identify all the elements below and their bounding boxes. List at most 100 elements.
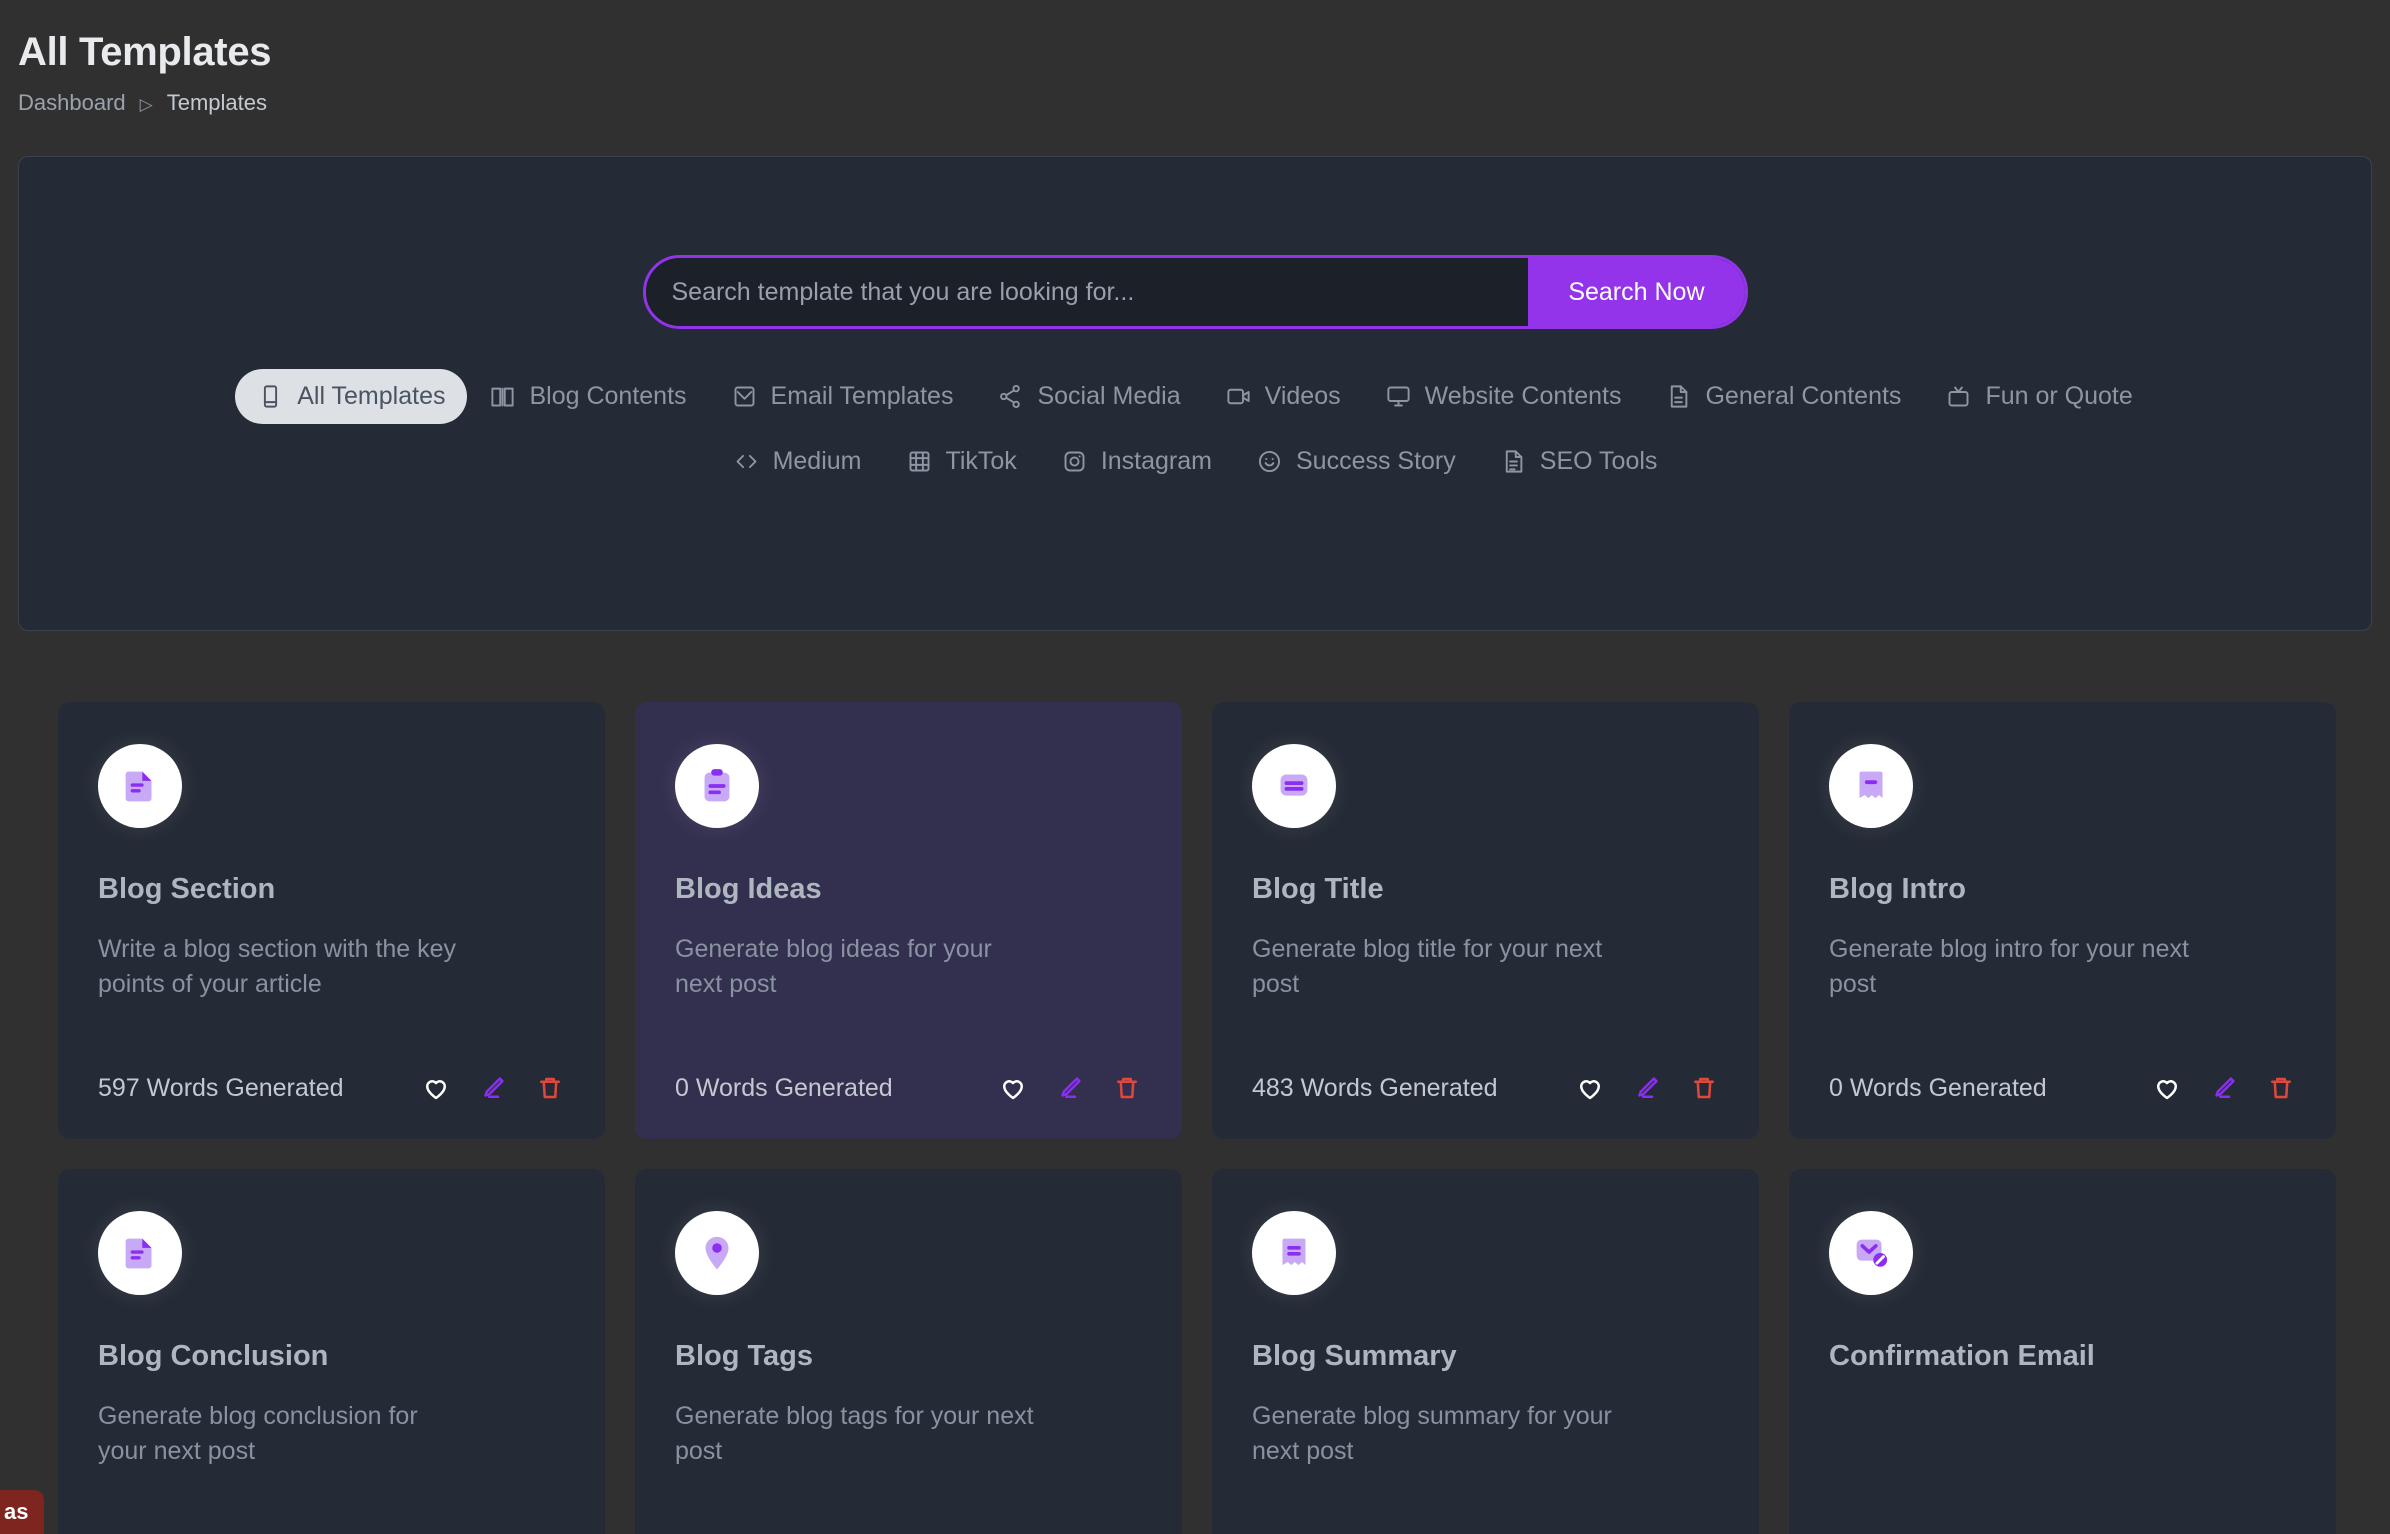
templates-page: All Templates Dashboard ▷ Templates Sear… <box>0 0 2390 1534</box>
heart-icon[interactable] <box>421 1073 451 1103</box>
tab-website-contents[interactable]: Website Contents <box>1363 369 1644 424</box>
trash-icon[interactable] <box>535 1073 565 1103</box>
words-generated-count: 0 Words Generated <box>675 1073 893 1102</box>
video-camera-icon <box>1225 383 1252 410</box>
tab-all-templates[interactable]: All Templates <box>235 369 468 424</box>
search-input[interactable] <box>645 258 1529 326</box>
card-title: Blog Summary <box>1252 1340 1457 1372</box>
card-description: Generate blog tags for your next post <box>675 1402 1034 1465</box>
templates-grid: Blog Section Write a blog section with t… <box>58 702 2336 1534</box>
template-card[interactable]: Blog Tags Generate blog tags for your ne… <box>635 1169 1182 1534</box>
tag-pin-icon <box>675 1211 759 1295</box>
card-footer: 483 Words Generated <box>1252 1073 1719 1103</box>
tab-videos[interactable]: Videos <box>1203 369 1363 424</box>
category-tabs: All Templates Blog Contents Email Templa… <box>165 369 2225 489</box>
pencil-icon[interactable] <box>1055 1073 1085 1103</box>
tab-instagram[interactable]: Instagram <box>1039 434 1234 489</box>
intro-block-icon <box>1829 744 1913 828</box>
words-generated-count: 0 Words Generated <box>1829 1073 2047 1102</box>
smiley-face-icon <box>1256 448 1283 475</box>
card-title: Blog Intro <box>1829 873 1966 905</box>
card-actions <box>421 1073 565 1103</box>
pencil-icon[interactable] <box>478 1073 508 1103</box>
page-title: All Templates <box>18 30 272 74</box>
breadcrumb-templates: Templates <box>166 90 267 115</box>
monitor-icon <box>1385 383 1412 410</box>
page-header: All Templates Dashboard ▷ Templates <box>0 0 2390 116</box>
card-description: Generate blog intro for your next post <box>1829 935 2189 998</box>
words-generated-count: 483 Words Generated <box>1252 1073 1498 1102</box>
tab-general-contents[interactable]: General Contents <box>1643 369 1923 424</box>
tab-label: Fun or Quote <box>1985 382 2133 410</box>
card-title: Blog Title <box>1252 873 1384 905</box>
template-card[interactable]: Confirmation Email <box>1789 1169 2336 1534</box>
search-bar: Search Now <box>642 255 1748 329</box>
words-generated-count: 597 Words Generated <box>98 1073 344 1102</box>
clipboard-icon <box>675 744 759 828</box>
trash-icon[interactable] <box>1689 1073 1719 1103</box>
email-check-icon <box>1829 1211 1913 1295</box>
tab-blog-contents[interactable]: Blog Contents <box>467 369 708 424</box>
document-list-icon <box>1500 448 1527 475</box>
code-brackets-icon <box>733 448 760 475</box>
tab-label: Email Templates <box>770 382 954 410</box>
card-footer: 597 Words Generated <box>98 1073 565 1103</box>
card-title: Blog Section <box>98 873 276 905</box>
tab-label: Videos <box>1264 382 1341 410</box>
tab-label: Instagram <box>1100 447 1212 475</box>
template-card[interactable]: Blog Intro Generate blog intro for your … <box>1789 702 2336 1139</box>
tab-label: Website Contents <box>1424 382 1622 410</box>
card-actions <box>1575 1073 1719 1103</box>
card-description: Generate blog conclusion for your next p… <box>98 1402 418 1465</box>
title-block-icon <box>1252 744 1336 828</box>
tab-social-media[interactable]: Social Media <box>975 369 1202 424</box>
trash-icon[interactable] <box>1112 1073 1142 1103</box>
tab-tiktok[interactable]: TikTok <box>884 434 1039 489</box>
television-icon <box>1945 383 1972 410</box>
heart-icon[interactable] <box>2152 1073 2182 1103</box>
card-title: Blog Ideas <box>675 873 822 905</box>
chevron-right-icon: ▷ <box>139 94 153 114</box>
card-description: Generate blog ideas for your next post <box>675 935 992 998</box>
breadcrumb: Dashboard ▷ Templates <box>18 90 2390 116</box>
share-nodes-icon <box>997 383 1024 410</box>
template-card[interactable]: Blog Section Write a blog section with t… <box>58 702 605 1139</box>
film-grid-icon <box>906 448 933 475</box>
tab-seo-tools[interactable]: SEO Tools <box>1478 434 1680 489</box>
card-description: Generate blog summary for your next post <box>1252 1402 1612 1465</box>
tab-email-templates[interactable]: Email Templates <box>709 369 976 424</box>
template-card[interactable]: Blog Ideas Generate blog ideas for your … <box>635 702 1182 1139</box>
instagram-icon <box>1061 448 1088 475</box>
pencil-icon[interactable] <box>1632 1073 1662 1103</box>
tab-fun-or-quote[interactable]: Fun or Quote <box>1923 369 2154 424</box>
trash-icon[interactable] <box>2266 1073 2296 1103</box>
tab-label: Success Story <box>1295 447 1456 475</box>
template-card[interactable]: Blog Summary Generate blog summary for y… <box>1212 1169 1759 1534</box>
tab-label: TikTok <box>945 447 1017 475</box>
breadcrumb-dashboard[interactable]: Dashboard <box>18 90 126 116</box>
corner-badge[interactable]: as <box>0 1490 45 1534</box>
file-text-icon <box>98 744 182 828</box>
tab-medium[interactable]: Medium <box>711 434 884 489</box>
document-icon <box>1665 383 1692 410</box>
card-title: Blog Tags <box>675 1340 814 1372</box>
tab-success-story[interactable]: Success Story <box>1234 434 1478 489</box>
template-card[interactable]: Blog Conclusion Generate blog conclusion… <box>58 1169 605 1534</box>
heart-icon[interactable] <box>998 1073 1028 1103</box>
template-card[interactable]: Blog Title Generate blog title for your … <box>1212 702 1759 1139</box>
envelope-icon <box>731 383 758 410</box>
pencil-icon[interactable] <box>2209 1073 2239 1103</box>
card-footer: 0 Words Generated <box>1829 1073 2296 1103</box>
tab-label: All Templates <box>297 382 446 410</box>
heart-icon[interactable] <box>1575 1073 1605 1103</box>
book-open-icon <box>489 383 516 410</box>
search-now-button[interactable]: Search Now <box>1528 258 1745 326</box>
file-text-icon <box>98 1211 182 1295</box>
book-closed-icon <box>257 383 284 410</box>
tab-label: Blog Contents <box>529 382 687 410</box>
summary-block-icon <box>1252 1211 1336 1295</box>
card-title: Blog Conclusion <box>98 1340 329 1372</box>
card-description: Generate blog title for your next post <box>1252 935 1603 998</box>
tab-label: Medium <box>772 447 862 475</box>
tab-label: Social Media <box>1037 382 1181 410</box>
